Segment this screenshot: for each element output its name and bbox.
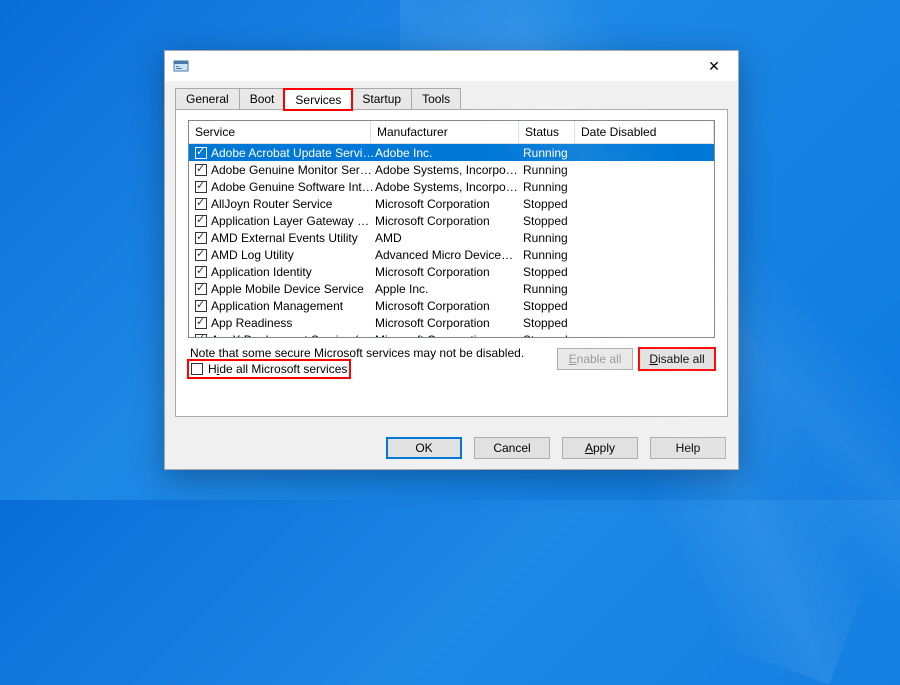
cell-service: Apple Mobile Device Service <box>211 282 375 296</box>
table-row[interactable]: Apple Mobile Device ServiceApple Inc.Run… <box>189 280 714 297</box>
table-row[interactable]: AppX Deployment Service (AppX…Microsoft … <box>189 331 714 338</box>
col-manufacturer[interactable]: Manufacturer <box>371 121 519 143</box>
cancel-button[interactable]: Cancel <box>474 437 550 459</box>
col-date-disabled[interactable]: Date Disabled <box>575 121 714 143</box>
cell-status: Running <box>523 231 579 245</box>
apply-button[interactable]: Apply <box>562 437 638 459</box>
checkbox-box[interactable] <box>191 363 203 375</box>
row-checkbox[interactable] <box>195 232 207 244</box>
cell-service: AMD Log Utility <box>211 248 375 262</box>
disabled-note: Note that some secure Microsoft services… <box>188 340 557 360</box>
cell-status: Stopped <box>523 197 579 211</box>
row-checkbox[interactable] <box>195 215 207 227</box>
cell-service: Application Identity <box>211 265 375 279</box>
cell-manufacturer: AMD <box>375 231 523 245</box>
cell-status: Stopped <box>523 265 579 279</box>
cell-status: Running <box>523 180 579 194</box>
table-row[interactable]: AMD Log UtilityAdvanced Micro Devices, I… <box>189 246 714 263</box>
row-checkbox[interactable] <box>195 249 207 261</box>
cell-manufacturer: Apple Inc. <box>375 282 523 296</box>
cell-service: App Readiness <box>211 316 375 330</box>
cell-manufacturer: Microsoft Corporation <box>375 197 523 211</box>
cell-manufacturer: Adobe Systems, Incorpora... <box>375 163 523 177</box>
col-service[interactable]: Service <box>189 121 371 143</box>
cell-service: Adobe Acrobat Update Service <box>211 146 375 160</box>
mid-row: Note that some secure Microsoft services… <box>188 340 715 378</box>
row-checkbox[interactable] <box>195 334 207 339</box>
cell-status: Running <box>523 282 579 296</box>
tab-boot[interactable]: Boot <box>239 88 286 109</box>
table-row[interactable]: App ReadinessMicrosoft CorporationStoppe… <box>189 314 714 331</box>
cell-manufacturer: Microsoft Corporation <box>375 333 523 339</box>
enable-all-button[interactable]: Enable all <box>557 348 633 370</box>
tab-general[interactable]: General <box>175 88 240 109</box>
help-button[interactable]: Help <box>650 437 726 459</box>
cell-status: Running <box>523 163 579 177</box>
row-checkbox[interactable] <box>195 181 207 193</box>
cell-status: Running <box>523 146 579 160</box>
row-checkbox[interactable] <box>195 317 207 329</box>
system-config-icon <box>173 58 189 74</box>
table-row[interactable]: AllJoyn Router ServiceMicrosoft Corporat… <box>189 195 714 212</box>
cell-service: Adobe Genuine Software Integri… <box>211 180 375 194</box>
cell-service: Application Management <box>211 299 375 313</box>
table-row[interactable]: Adobe Acrobat Update ServiceAdobe Inc.Ru… <box>189 144 714 161</box>
cell-manufacturer: Microsoft Corporation <box>375 316 523 330</box>
tab-startup[interactable]: Startup <box>351 88 412 109</box>
hide-microsoft-label: Hide all Microsoft services <box>208 362 347 376</box>
ok-button[interactable]: OK <box>386 437 462 459</box>
cell-service: AMD External Events Utility <box>211 231 375 245</box>
cell-status: Stopped <box>523 333 579 339</box>
cell-service: Application Layer Gateway Service <box>211 214 375 228</box>
cell-service: AppX Deployment Service (AppX… <box>211 333 375 339</box>
tab-tools[interactable]: Tools <box>411 88 461 109</box>
disable-all-button[interactable]: Disable all <box>639 348 715 370</box>
cell-manufacturer: Microsoft Corporation <box>375 214 523 228</box>
cell-status: Stopped <box>523 214 579 228</box>
row-checkbox[interactable] <box>195 266 207 278</box>
hide-microsoft-checkbox[interactable]: Hide all Microsoft services <box>188 360 350 378</box>
tabstrip: General Boot Services Startup Tools <box>175 87 728 109</box>
row-checkbox[interactable] <box>195 300 207 312</box>
cell-service: AllJoyn Router Service <box>211 197 375 211</box>
cell-manufacturer: Advanced Micro Devices, I... <box>375 248 523 262</box>
tab-area: General Boot Services Startup Tools Serv… <box>165 81 738 427</box>
table-row[interactable]: Application ManagementMicrosoft Corporat… <box>189 297 714 314</box>
cell-status: Stopped <box>523 316 579 330</box>
tab-services[interactable]: Services <box>284 89 352 110</box>
list-header[interactable]: Service Manufacturer Status Date Disable… <box>189 121 714 144</box>
services-list[interactable]: Service Manufacturer Status Date Disable… <box>188 120 715 338</box>
titlebar[interactable]: ✕ <box>165 51 738 81</box>
table-row[interactable]: Application Layer Gateway ServiceMicroso… <box>189 212 714 229</box>
table-row[interactable]: Adobe Genuine Software Integri…Adobe Sys… <box>189 178 714 195</box>
row-checkbox[interactable] <box>195 147 207 159</box>
dialog-buttons: OK Cancel Apply Help <box>165 427 738 469</box>
table-row[interactable]: Application IdentityMicrosoft Corporatio… <box>189 263 714 280</box>
cell-manufacturer: Microsoft Corporation <box>375 299 523 313</box>
cell-manufacturer: Adobe Inc. <box>375 146 523 160</box>
services-panel: Service Manufacturer Status Date Disable… <box>175 109 728 417</box>
cell-service: Adobe Genuine Monitor Service <box>211 163 375 177</box>
msconfig-dialog: ✕ General Boot Services Startup Tools Se… <box>164 50 739 470</box>
close-button[interactable]: ✕ <box>694 58 734 75</box>
cell-manufacturer: Adobe Systems, Incorpora... <box>375 180 523 194</box>
table-row[interactable]: Adobe Genuine Monitor ServiceAdobe Syste… <box>189 161 714 178</box>
cell-manufacturer: Microsoft Corporation <box>375 265 523 279</box>
cell-status: Running <box>523 248 579 262</box>
cell-status: Stopped <box>523 299 579 313</box>
row-checkbox[interactable] <box>195 198 207 210</box>
col-status[interactable]: Status <box>519 121 575 143</box>
table-row[interactable]: AMD External Events UtilityAMDRunning <box>189 229 714 246</box>
row-checkbox[interactable] <box>195 283 207 295</box>
row-checkbox[interactable] <box>195 164 207 176</box>
